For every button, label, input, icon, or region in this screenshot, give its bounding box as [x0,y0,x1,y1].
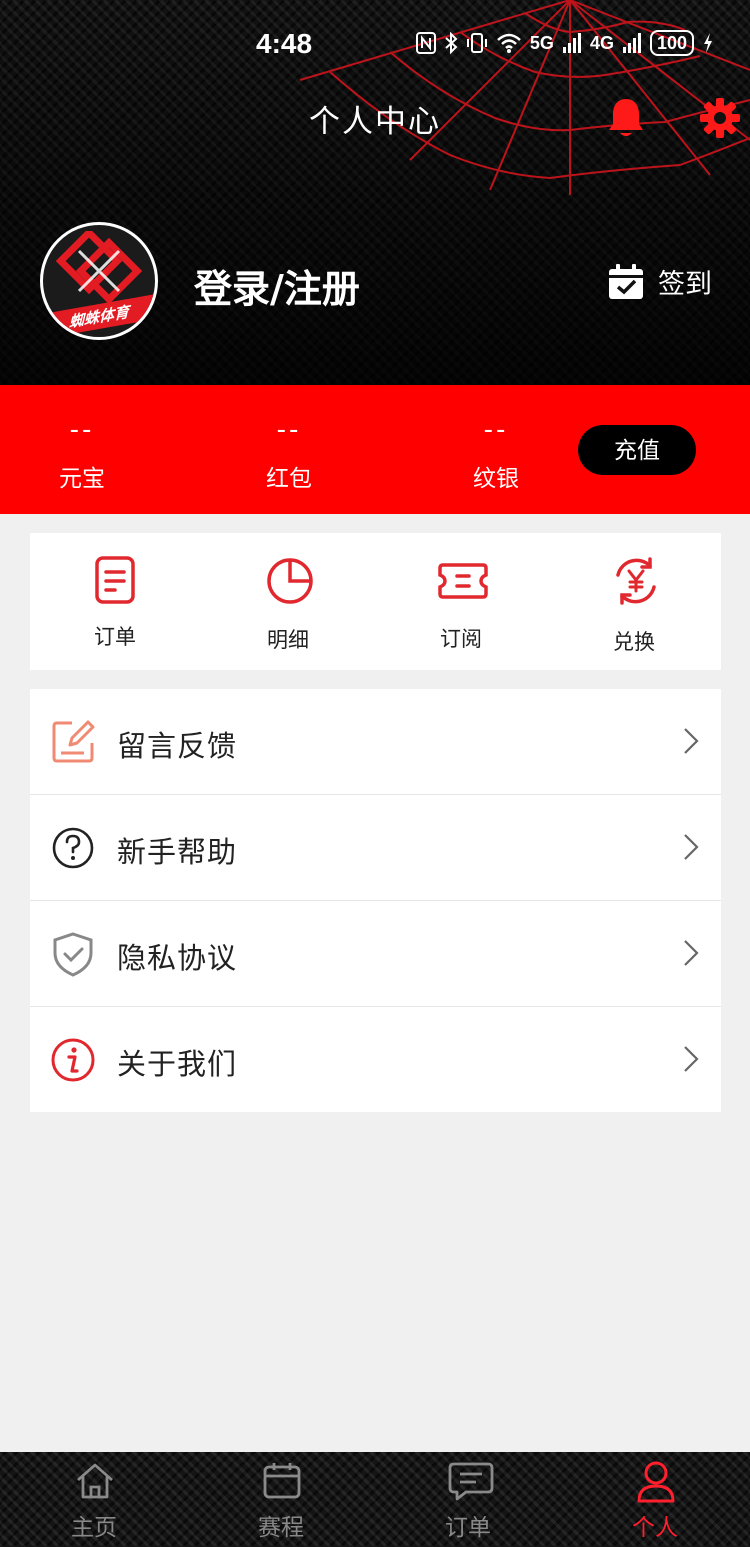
user-icon [637,1461,675,1503]
help-icon [52,827,94,869]
signal-icon [622,33,641,53]
login-register-link[interactable]: 登录/注册 [194,258,360,313]
wallet-value: -- [69,415,95,445]
wallet-label: 红包 [266,466,312,492]
nav-item-orders[interactable]: 订单 [408,1452,528,1547]
network-5g-label: 5G [529,32,554,53]
home-icon [77,1463,113,1499]
wallet-value: -- [276,415,302,445]
gear-icon[interactable] [700,98,740,138]
nav-item-label: 赛程 [258,1515,304,1541]
avatar[interactable]: 蜘蛛体育 [40,222,158,340]
chevron-right-icon [684,940,699,966]
chevron-right-icon [684,834,699,860]
pie-chart-icon [267,558,313,604]
nav-item-profile[interactable]: 个人 [595,1452,715,1547]
exchange-icon [616,557,656,605]
quick-action-label: 明细 [267,628,309,652]
quick-action-label: 订单 [94,625,136,649]
menu-item-about[interactable]: 关于我们 [30,1006,721,1111]
nav-item-schedule[interactable]: 赛程 [221,1452,341,1547]
quick-action-details[interactable]: 明细 [228,533,348,670]
wallet-label: 元宝 [59,466,105,492]
quick-action-subscribe[interactable]: 订阅 [401,533,521,670]
network-4g-label: 4G [589,32,614,53]
nav-item-label: 订单 [445,1515,491,1541]
quick-actions: 订单 明细 订阅 兑换 [30,533,721,670]
menu-item-label: 留言反馈 [117,729,238,763]
shield-check-icon [53,932,93,977]
status-bar: 4:48 5G 4G 100 [0,0,750,88]
vibrate-icon [466,33,487,53]
menu-item-privacy[interactable]: 隐私协议 [30,900,721,1005]
chevron-right-icon [684,1046,699,1072]
menu-item-label: 新手帮助 [117,835,238,869]
nav-item-label: 主页 [71,1515,117,1541]
bottom-nav: 主页 赛程 订单 个人 [0,1452,750,1547]
menu-list: 留言反馈 新手帮助 隐私协议 关于我们 [30,689,721,1112]
calendar-check-icon [609,263,643,299]
ticket-icon [438,563,488,599]
chevron-right-icon [684,728,699,754]
wifi-icon [497,33,521,53]
nav-item-home[interactable]: 主页 [34,1452,154,1547]
quick-action-exchange[interactable]: 兑换 [574,533,694,670]
nfc-icon [415,32,436,54]
wallet-value: -- [483,415,509,445]
nav-item-label: 个人 [632,1515,678,1541]
signin-label: 签到 [658,269,712,300]
bell-icon[interactable] [606,96,646,140]
battery-indicator: 100 [649,30,694,56]
status-icons: 5G 4G 100 [415,30,714,56]
menu-item-help[interactable]: 新手帮助 [30,794,721,899]
signin-button[interactable]: 签到 [608,262,712,301]
menu-item-label: 隐私协议 [117,941,238,975]
wallet-bar: -- 元宝 -- 红包 -- 纹银 充值 [0,385,750,514]
charging-icon [704,33,712,53]
quick-action-label: 订阅 [440,627,482,651]
status-time: 4:48 [256,28,313,59]
wallet-label: 纹银 [473,466,519,492]
signal-icon [562,33,581,53]
recharge-button[interactable]: 充值 [578,425,696,475]
quick-action-label: 兑换 [613,630,655,654]
menu-item-label: 关于我们 [117,1047,238,1081]
menu-item-feedback[interactable]: 留言反馈 [30,689,721,794]
quick-action-order[interactable]: 订单 [55,533,175,670]
order-icon [95,556,135,604]
calendar-icon [263,1463,301,1499]
message-icon [448,1462,494,1501]
edit-icon [52,720,95,763]
profile-header: 4:48 5G 4G 100 个人中心 蜘蛛体育 登录/注册 签到 [0,0,750,385]
info-icon [51,1038,95,1082]
bluetooth-icon [445,32,458,54]
